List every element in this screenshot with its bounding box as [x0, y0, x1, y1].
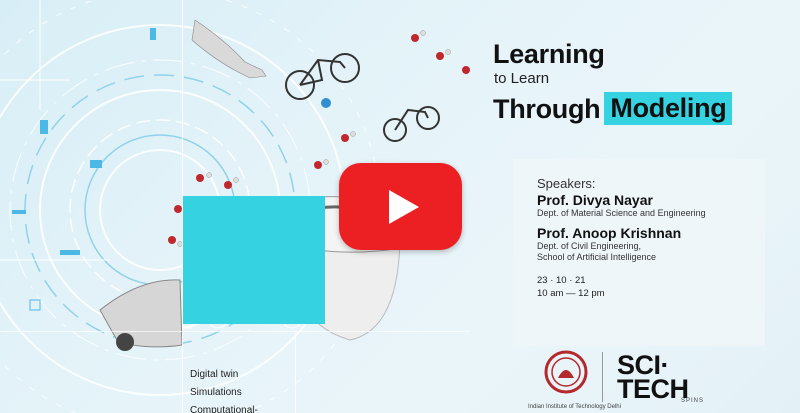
logo-divider	[602, 352, 603, 402]
topic-item: Computational-	[190, 405, 258, 413]
divider-line	[0, 331, 470, 332]
event-time: 10 am — 12 pm	[537, 288, 605, 299]
iit-caption: Indian Institute of Technology Delhi	[528, 404, 621, 410]
speaker-name: Prof. Divya Nayar	[537, 192, 653, 208]
play-icon	[389, 190, 419, 224]
play-button[interactable]	[339, 163, 462, 250]
speaker-name: Prof. Anoop Krishnan	[537, 225, 682, 241]
accent-block	[183, 196, 325, 324]
speakers-label: Speakers:	[537, 176, 596, 191]
scitech-spins-text: SPINS	[681, 398, 705, 404]
scitech-logo: SCI· TECH	[617, 350, 689, 404]
video-player[interactable]: Learning to Learn Through Modeling Speak…	[0, 0, 800, 413]
topic-item: Simulations	[190, 387, 242, 398]
title-highlight-modeling: Modeling	[604, 92, 733, 125]
event-date: 23 · 10 · 21	[537, 275, 586, 286]
divider-line	[295, 330, 296, 413]
speaker-dept: School of Artificial Intelligence	[537, 252, 657, 262]
title-line-learning: Learning	[493, 39, 605, 69]
topic-item: Digital twin	[190, 369, 239, 380]
title-line-to-learn: to Learn	[494, 70, 550, 87]
topics-list: Digital twin Simulations Computational-	[190, 366, 258, 413]
speaker-dept: Dept. of Material Science and Engineerin…	[537, 208, 706, 218]
title-line-through: Through	[493, 93, 601, 124]
speakers-panel: Speakers: Prof. Divya Nayar Dept. of Mat…	[513, 159, 765, 346]
divider-line	[182, 0, 183, 413]
speaker-dept: Dept. of Civil Engineering,	[537, 241, 642, 251]
poster-title: Learning to Learn Through Modeling	[493, 38, 733, 125]
